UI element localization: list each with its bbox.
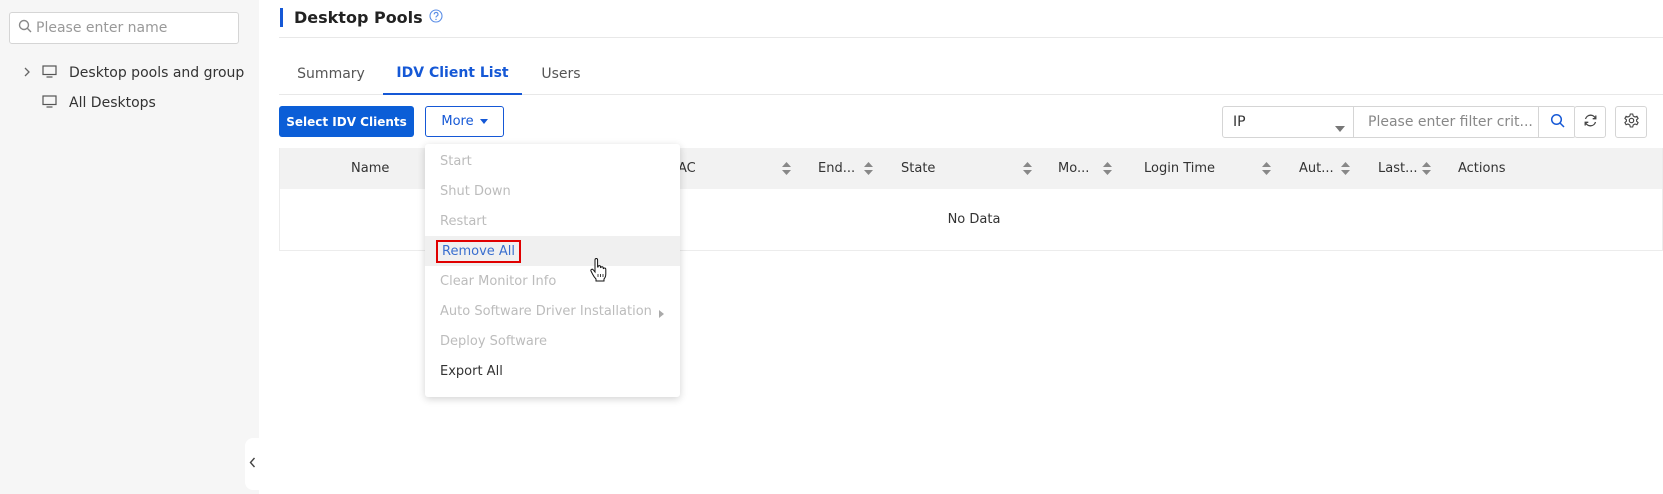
column-label: End... — [818, 161, 856, 176]
sort-icon[interactable] — [1262, 162, 1271, 175]
sidebar-search-box — [9, 12, 239, 44]
dropdown-arrow-icon — [1335, 120, 1345, 136]
sidebar: Desktop pools and group All Desktops — [0, 0, 259, 494]
title-accent-bar — [280, 8, 283, 27]
tab-bar: Summary IDV Client List Users — [279, 52, 1663, 95]
search-button[interactable] — [1538, 106, 1576, 138]
tab-users[interactable]: Users — [522, 52, 600, 95]
tab-idv-client-list[interactable]: IDV Client List — [383, 52, 522, 95]
gear-icon — [1623, 112, 1639, 132]
column-header-last[interactable]: Last... — [1378, 148, 1417, 189]
tree-item-all-desktops[interactable]: All Desktops — [42, 90, 156, 116]
menu-item-label: Start — [440, 153, 472, 169]
sidebar-collapse-button[interactable] — [245, 438, 259, 490]
column-label: Actions — [1458, 161, 1506, 176]
menu-item-clear-monitor-info: Clear Monitor Info — [425, 266, 680, 296]
sort-icon[interactable] — [1341, 162, 1350, 175]
menu-item-export-all[interactable]: Export All — [425, 356, 680, 386]
column-header-name[interactable]: Name — [351, 148, 389, 189]
tab-label: Summary — [297, 65, 365, 82]
chevron-right-icon[interactable] — [20, 65, 34, 81]
column-header-state[interactable]: State — [901, 148, 935, 189]
button-label: More — [441, 114, 474, 129]
column-label: State — [901, 161, 936, 176]
monitor-icon — [42, 94, 57, 112]
column-header-actions: Actions — [1458, 148, 1506, 189]
column-label: Login Time — [1144, 161, 1216, 176]
tab-label: IDV Client List — [396, 64, 509, 81]
page-title: Desktop Pools — [294, 8, 423, 27]
menu-item-label: Remove All — [435, 239, 522, 263]
menu-item-shut-down: Shut Down — [425, 176, 680, 206]
column-header-mac[interactable]: AC — [678, 148, 696, 189]
column-label: Name — [351, 161, 390, 176]
menu-item-label: Clear Monitor Info — [440, 273, 557, 289]
sidebar-search-input[interactable] — [32, 19, 238, 37]
sort-icon[interactable] — [1103, 162, 1112, 175]
filter-input-box — [1353, 106, 1539, 138]
tab-summary[interactable]: Summary — [279, 52, 383, 95]
more-button[interactable]: More — [425, 106, 504, 137]
page-header: Desktop Pools — [280, 8, 443, 27]
tree-item-label: Desktop pools and group — [69, 65, 245, 81]
column-header-auto[interactable]: Aut... — [1299, 148, 1334, 189]
menu-item-label: Auto Software Driver Installation — [440, 303, 652, 319]
filter-field-value: IP — [1233, 114, 1246, 130]
sort-icon[interactable] — [1422, 162, 1431, 175]
refresh-icon — [1583, 113, 1598, 132]
refresh-button[interactable] — [1574, 106, 1606, 138]
column-label: AC — [678, 161, 696, 176]
sort-icon[interactable] — [1023, 162, 1032, 175]
column-label: Last... — [1378, 161, 1418, 176]
menu-item-deploy-software: Deploy Software — [425, 326, 680, 356]
caret-down-icon — [479, 117, 488, 127]
settings-button[interactable] — [1615, 106, 1647, 138]
menu-item-label: Restart — [440, 213, 487, 229]
more-dropdown-menu: Start Shut Down Restart Remove All Clear… — [425, 144, 680, 397]
column-label: Aut... — [1299, 161, 1334, 176]
filter-field-select[interactable]: IP — [1222, 106, 1354, 138]
submenu-arrow-icon — [659, 307, 664, 322]
tab-label: Users — [541, 65, 581, 82]
column-header-mode[interactable]: Mo... — [1058, 148, 1089, 189]
menu-item-remove-all[interactable]: Remove All — [425, 236, 680, 266]
chevron-left-icon — [249, 457, 256, 472]
column-header-login-time[interactable]: Login Time — [1144, 148, 1215, 189]
menu-item-restart: Restart — [425, 206, 680, 236]
menu-item-start: Start — [425, 146, 680, 176]
column-header-endpoint[interactable]: End... — [818, 148, 855, 189]
search-icon — [1550, 113, 1565, 132]
menu-item-label: Export All — [440, 363, 503, 379]
menu-item-label: Shut Down — [440, 183, 511, 199]
sort-icon[interactable] — [782, 162, 791, 175]
tree-item-desktop-pools-and-groups[interactable]: Desktop pools and group — [20, 60, 244, 86]
button-label: Select IDV Clients — [286, 114, 407, 129]
tree-item-label: All Desktops — [69, 95, 156, 111]
menu-item-label: Deploy Software — [440, 333, 547, 349]
hand-cursor-icon — [590, 257, 608, 286]
help-icon[interactable] — [429, 8, 443, 27]
header-divider — [279, 37, 1663, 38]
filter-input[interactable] — [1354, 113, 1538, 131]
select-idv-clients-button[interactable]: Select IDV Clients — [279, 106, 414, 137]
sort-icon[interactable] — [864, 162, 873, 175]
menu-item-auto-software-driver-installation: Auto Software Driver Installation — [425, 296, 680, 326]
monitor-icon — [42, 64, 57, 82]
search-icon — [18, 19, 32, 37]
column-label: Mo... — [1058, 161, 1090, 176]
